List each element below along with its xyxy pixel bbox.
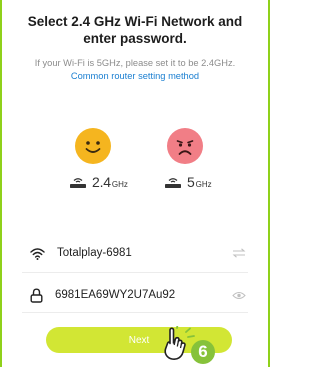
lock-icon [30,287,43,303]
title-line-1: Select 2.4 GHz Wi-Fi Network and [27,14,243,29]
field-divider [22,312,248,313]
band-unit: GHz [111,179,128,189]
band-5ghz: 5 GHz [164,174,212,190]
happy-face-icon [75,128,111,164]
app-frame: Select 2.4 GHz Wi-Fi Network and enter p… [0,0,270,367]
router-icon [70,178,86,188]
title-line-2: enter password. [83,31,187,46]
step-number-badge: 6 [191,340,215,364]
switch-network-icon[interactable] [232,248,246,258]
eye-icon[interactable] [232,291,246,300]
band-unit: GHz [195,179,212,189]
password-value: 6981EA69WY2U7Au92 [55,289,176,301]
wifi-network-field[interactable]: Totalplay-6981 [30,244,246,262]
router-icon [165,178,181,188]
field-divider [22,272,248,273]
band-hint-text: If your Wi-Fi is 5GHz, please set it to … [34,58,236,68]
router-setting-link[interactable]: Common router setting method [8,70,262,83]
password-field[interactable]: 6981EA69WY2U7Au92 [30,286,246,304]
band-value: 2.4 [92,174,111,190]
sad-face-icon [167,128,203,164]
wifi-icon [30,247,45,260]
page-title: Select 2.4 GHz Wi-Fi Network and enter p… [12,13,258,47]
band-value: 5 [187,174,195,190]
band-2-4ghz: 2.4 GHz [69,174,128,190]
wifi-ssid: Totalplay-6981 [57,247,132,259]
